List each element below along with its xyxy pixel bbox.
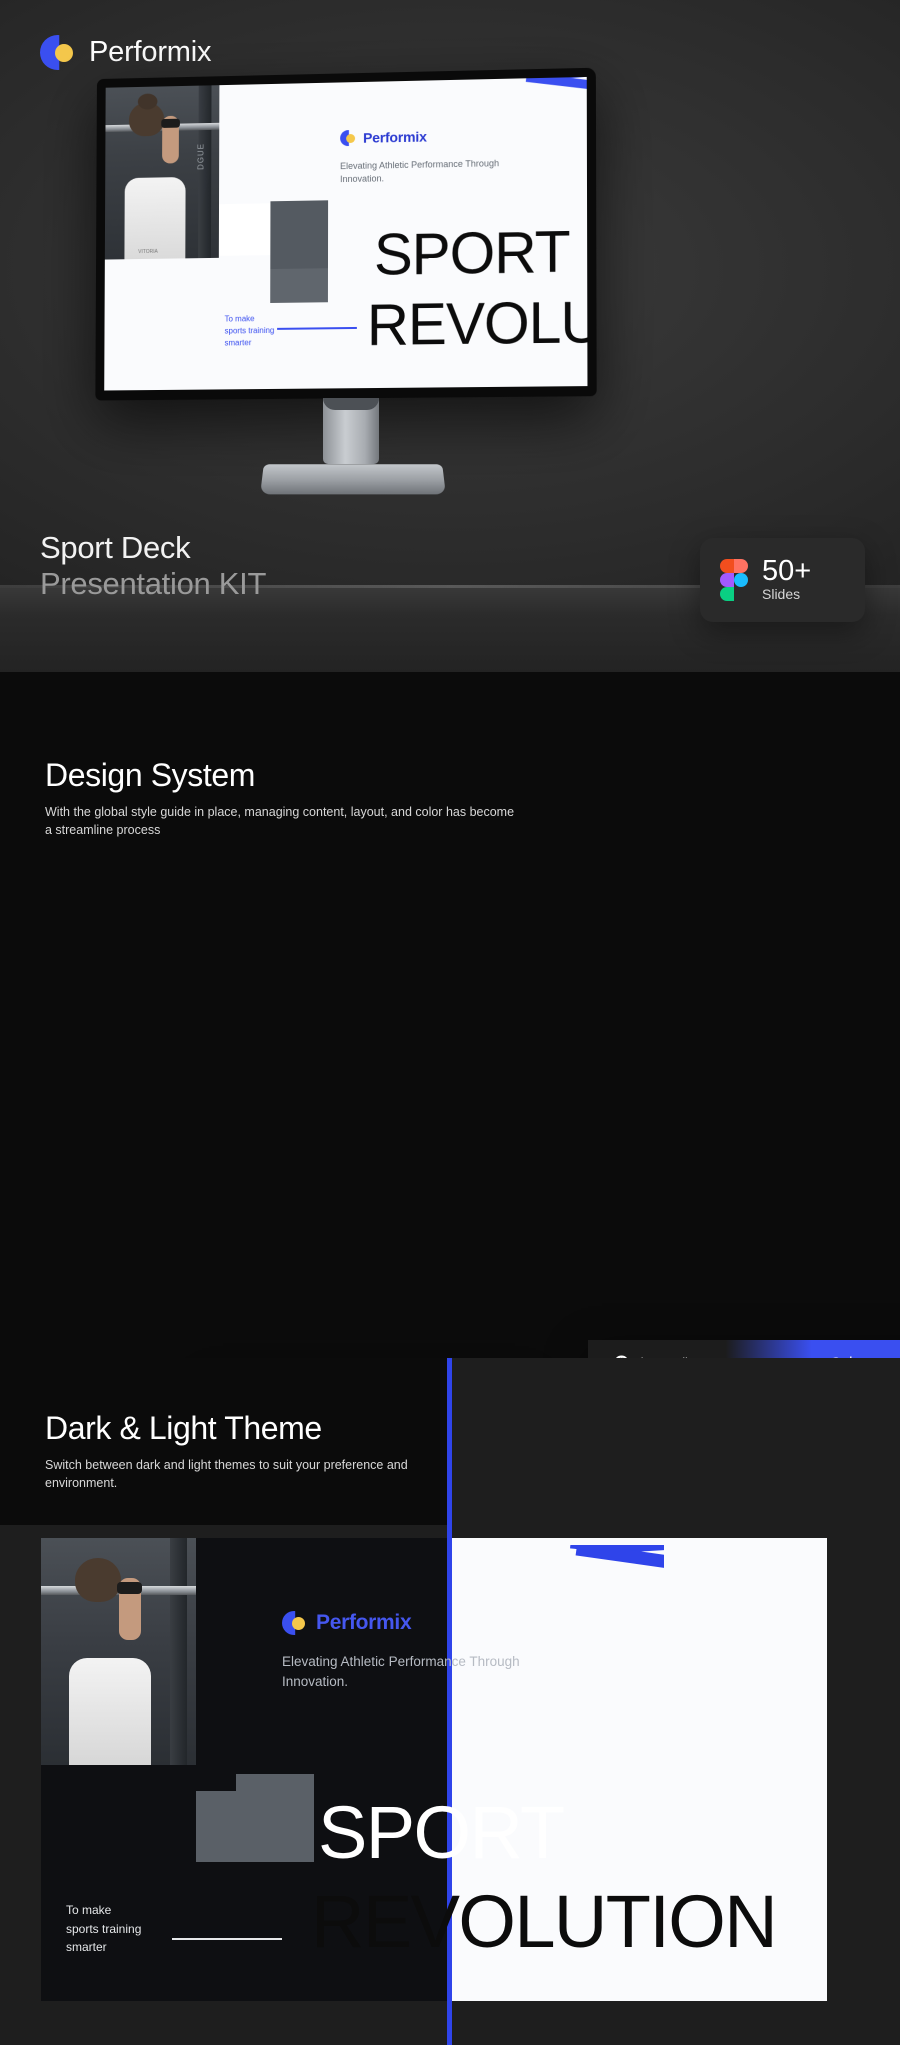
theme-sunburst-icon: [474, 1545, 664, 1700]
performix-logo-icon: [340, 130, 356, 146]
theme-header: Dark & Light Theme Switch between dark a…: [45, 1410, 475, 1492]
design-system-title: Design System: [45, 757, 255, 793]
deco-square-white: [218, 203, 271, 256]
colors-card-header: ❝ dpopstudio Colors: [588, 1340, 900, 1358]
theme-tagline-rule: [172, 1938, 282, 1940]
hero-section: Performix Performix Elevating Athletic P…: [0, 0, 900, 672]
slide-logo: Performix: [340, 129, 427, 147]
theme-title: Dark & Light Theme: [45, 1410, 322, 1446]
brand-name: Performix: [89, 36, 212, 68]
deck-title-line2: Presentation KIT: [40, 565, 267, 601]
athlete-photo: [104, 85, 220, 260]
figma-icon: [720, 559, 748, 601]
theme-slide-logo-label: Performix: [316, 1611, 412, 1634]
monitor-screen: Performix Elevating Athletic Performance…: [104, 76, 588, 391]
theme-headline-2: REVOLUTION: [311, 1880, 778, 1963]
monitor-stand-neck: [323, 398, 379, 464]
slide-headline-1: SPORT: [373, 219, 570, 288]
deck-title-line1: Sport Deck: [40, 530, 191, 565]
monitor-stand-base: [260, 464, 446, 495]
performix-logo-icon: [282, 1611, 306, 1635]
performix-logo-icon: [40, 35, 75, 70]
deck-title: Sport Deck Presentation KIT: [40, 530, 266, 601]
monitor-mockup: Performix Elevating Athletic Performance…: [95, 67, 597, 401]
theme-deco-square-2: [196, 1791, 236, 1862]
deco-square-gray-2: [270, 268, 328, 303]
slide-tagline: To make sports training smarter: [224, 314, 275, 348]
slide-subtitle: Elevating Athletic Performance Through I…: [340, 158, 500, 185]
colors-card[interactable]: ❝ dpopstudio Colors Neutral ColorNeutral…: [588, 1340, 900, 1358]
theme-athlete-photo: [41, 1538, 196, 1765]
theme-headline-1: SPORT: [318, 1791, 565, 1874]
theme-deco-square-4: [149, 1791, 196, 1862]
design-system-header: Design System With the global style guid…: [45, 757, 515, 839]
theme-deco-square-3: [236, 1774, 314, 1862]
design-system-description: With the global style guide in place, ma…: [45, 805, 515, 838]
brand-header: Performix: [40, 35, 211, 70]
theme-slide-logo: Performix: [282, 1611, 412, 1635]
design-system-section: Design System With the global style guid…: [0, 672, 900, 1358]
slide-logo-label: Performix: [363, 128, 427, 146]
theme-tagline: To make sports training smarter: [66, 1903, 142, 1955]
slides-count: 50+: [762, 554, 812, 587]
slides-badge: 50+ Slides: [700, 538, 865, 622]
theme-description: Switch between dark and light themes to …: [45, 1458, 408, 1491]
tagline-rule: [277, 326, 357, 330]
deco-square-gray-1: [270, 200, 329, 270]
slide-headline-2: REVOLUTION: [366, 287, 588, 358]
slides-label: Slides: [762, 586, 801, 603]
